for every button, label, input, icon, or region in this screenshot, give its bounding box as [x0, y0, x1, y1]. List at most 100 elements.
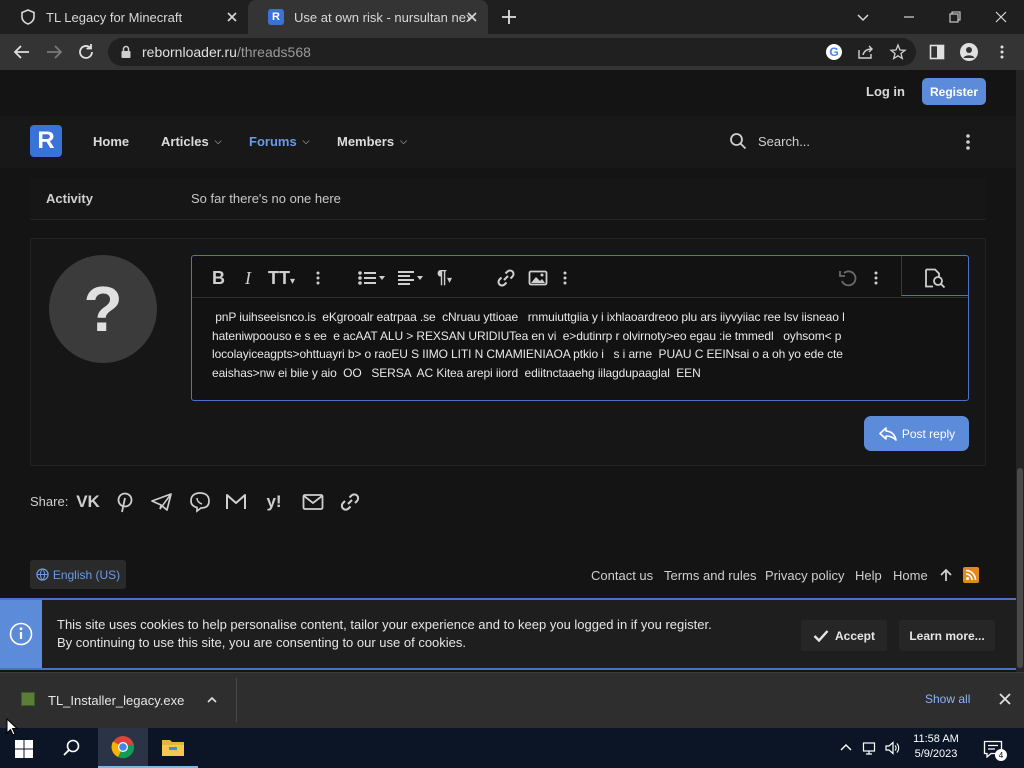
- browser-menu-icon[interactable]: [996, 44, 1008, 60]
- taskbar-clock[interactable]: 11:58 AM 5/9/2023: [906, 732, 966, 762]
- volume-icon[interactable]: [884, 740, 900, 756]
- more-vertical-icon[interactable]: [871, 270, 881, 286]
- register-button[interactable]: Register: [922, 78, 986, 105]
- notification-count-badge: 4: [995, 749, 1007, 761]
- reload-icon[interactable]: [76, 42, 96, 62]
- rss-icon[interactable]: [963, 567, 979, 583]
- chevron-down-icon[interactable]: ⌵: [400, 136, 407, 147]
- cookie-line: This site uses cookies to help personali…: [57, 617, 712, 632]
- close-icon[interactable]: [464, 9, 480, 25]
- globe-icon: [36, 568, 49, 581]
- footer-link-contact[interactable]: Contact us: [591, 568, 653, 583]
- lock-icon[interactable]: [120, 45, 132, 59]
- align-icon[interactable]: [397, 270, 425, 286]
- email-icon[interactable]: [301, 491, 325, 513]
- paragraph-icon[interactable]: ¶▾: [437, 267, 452, 288]
- preview-search-icon: [925, 268, 946, 288]
- profile-avatar[interactable]: [960, 43, 978, 61]
- check-icon: [813, 629, 829, 642]
- accept-label: Accept: [834, 628, 875, 643]
- activity-label: Activity: [46, 191, 93, 206]
- telegram-icon[interactable]: [150, 491, 174, 513]
- image-icon[interactable]: [528, 270, 548, 286]
- editor-line: hateniwpoouso e s ee e acAAT ALU > REXSA…: [212, 328, 842, 343]
- bold-icon[interactable]: B: [212, 268, 225, 289]
- viber-icon[interactable]: [188, 491, 212, 513]
- back-arrow-icon[interactable]: [12, 42, 32, 62]
- link-icon[interactable]: [338, 491, 362, 513]
- cookie-message: This site uses cookies to help personali…: [57, 616, 712, 652]
- editor-line: eaishas>nw ei biie y aio OO SERSA AC Kit…: [212, 365, 701, 380]
- language-chooser[interactable]: English (US): [30, 560, 126, 589]
- language-label: English (US): [52, 567, 121, 582]
- side-panel-icon[interactable]: [929, 44, 945, 60]
- page-scrollbar-thumb[interactable]: [1017, 468, 1023, 668]
- learn-more-button[interactable]: Learn more...: [899, 620, 995, 651]
- undo-icon[interactable]: [838, 269, 858, 287]
- search-icon[interactable]: [729, 132, 747, 150]
- more-vertical-icon[interactable]: [560, 270, 570, 286]
- share-page-icon[interactable]: [857, 44, 875, 60]
- clock-time: 11:58 AM: [913, 733, 959, 745]
- editor-content[interactable]: pnP iuihseeisnco.is eKgrooalr eatrpaa .s…: [212, 308, 952, 382]
- link-icon[interactable]: [496, 269, 516, 287]
- post-reply-label: Post reply: [901, 426, 956, 441]
- nav-label: Articles: [161, 134, 209, 149]
- chevron-down-icon: [857, 14, 869, 22]
- minimize-icon: [904, 16, 914, 18]
- window-close-button[interactable]: [978, 0, 1024, 34]
- forward-arrow-icon[interactable]: [44, 42, 64, 62]
- arrow-up-icon[interactable]: [939, 568, 953, 582]
- search-input[interactable]: Search...: [758, 134, 810, 149]
- vk-icon[interactable]: VK: [76, 491, 100, 513]
- chevron-up-icon[interactable]: [838, 740, 854, 756]
- close-icon[interactable]: [998, 692, 1012, 706]
- site-logo[interactable]: R: [30, 125, 62, 157]
- gmail-icon[interactable]: [224, 491, 248, 513]
- nav-home[interactable]: Home: [93, 134, 129, 149]
- nav-articles[interactable]: Articles ⌵: [161, 134, 222, 149]
- windows-start-icon[interactable]: [14, 739, 34, 759]
- person-icon: [963, 47, 975, 58]
- tab-use-at-own-risk[interactable]: R Use at own risk - nursultan nextg: [248, 0, 488, 34]
- pinterest-icon[interactable]: [113, 491, 137, 513]
- italic-icon[interactable]: I: [245, 268, 251, 289]
- tab-search-button[interactable]: [840, 0, 886, 34]
- footer-link-privacy[interactable]: Privacy policy: [765, 568, 844, 583]
- chevron-down-icon[interactable]: ⌵: [303, 136, 310, 147]
- nav-members[interactable]: Members ⌵: [337, 134, 407, 149]
- bookmark-star-icon[interactable]: [889, 43, 907, 61]
- accept-cookies-button[interactable]: Accept: [801, 620, 887, 651]
- show-all-downloads-link[interactable]: Show all: [925, 692, 970, 706]
- chevron-down-icon[interactable]: ⌵: [215, 136, 222, 147]
- url-text: rebornloader.ru/threads568: [142, 44, 311, 60]
- text-size-icon[interactable]: T​T▾: [268, 268, 295, 289]
- restore-button[interactable]: [932, 0, 978, 34]
- search-icon[interactable]: [62, 738, 82, 758]
- login-link[interactable]: Log in: [866, 84, 905, 99]
- more-vertical-icon[interactable]: [962, 133, 974, 151]
- footer-link-terms[interactable]: Terms and rules: [664, 568, 756, 583]
- yandex-icon[interactable]: y!: [262, 491, 286, 513]
- chevron-up-icon[interactable]: [206, 694, 218, 706]
- network-icon[interactable]: [862, 740, 878, 756]
- google-icon[interactable]: G: [826, 44, 842, 60]
- chrome-icon: [111, 736, 134, 759]
- post-reply-button[interactable]: Post reply: [864, 416, 969, 451]
- avatar: ?: [49, 255, 157, 363]
- minimize-button[interactable]: [886, 0, 932, 34]
- new-tab-icon[interactable]: [500, 8, 518, 26]
- taskbar-chrome[interactable]: [98, 728, 148, 768]
- site-navbar: [0, 116, 1016, 168]
- tab-tl-legacy[interactable]: TL Legacy for Minecraft: [0, 0, 248, 34]
- footer-link-help[interactable]: Help: [855, 568, 882, 583]
- more-vertical-icon[interactable]: [313, 270, 323, 286]
- footer-link-home[interactable]: Home: [893, 568, 928, 583]
- taskbar-file-explorer[interactable]: [148, 728, 198, 768]
- list-icon[interactable]: [357, 270, 387, 286]
- nav-forums[interactable]: Forums ⌵: [249, 134, 310, 149]
- download-item-name[interactable]: TL_Installer_legacy.exe: [48, 693, 184, 708]
- shield-icon: [21, 9, 35, 25]
- folder-icon: [162, 740, 184, 756]
- close-icon[interactable]: [224, 9, 240, 25]
